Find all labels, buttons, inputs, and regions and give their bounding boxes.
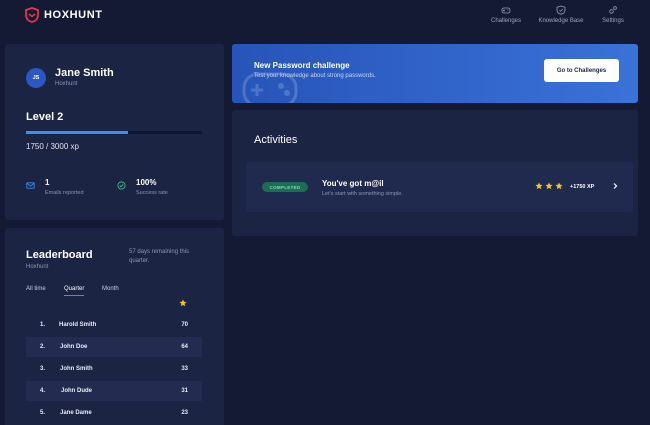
activity-xp: +1750 XP [570, 184, 595, 190]
row-rank: 1. [40, 322, 46, 328]
gamepad-icon [501, 7, 511, 14]
nav-challenges-label: Challenges [490, 18, 522, 24]
activities-card: Activities COMPLETED You've got m@il Let… [232, 110, 638, 236]
activity-item[interactable]: COMPLETED You've got m@il Let's start wi… [246, 162, 633, 212]
row-rank: 5. [40, 410, 46, 416]
activity-stars [535, 182, 563, 190]
xp-progress-bar [26, 131, 202, 134]
row-score: 64 [181, 344, 188, 350]
row-score: 23 [181, 410, 188, 416]
top-bar: HOXHUNT Challenges Knowledge Base Settin… [0, 0, 650, 38]
tab-quarter[interactable]: Quarter [64, 286, 85, 296]
leaderboard-row: 3. John Smith 33 [26, 359, 202, 379]
activity-name: You've got m@il [322, 179, 384, 188]
user-organization: Hoxhunt [55, 81, 78, 87]
check-circle-icon [117, 181, 126, 190]
row-name: John Smith [60, 366, 93, 372]
xp-progress-fill [26, 131, 129, 134]
nav-knowledge-base[interactable]: Knowledge Base [533, 5, 589, 24]
star-icon [179, 299, 187, 307]
row-score: 33 [181, 366, 188, 372]
activity-description: Let's start with something simple. [322, 191, 403, 197]
banner-title: New Password challenge [254, 61, 350, 70]
leaderboard-row: 1. Harold Smith 70 [26, 315, 202, 335]
shield-icon [556, 5, 566, 15]
leaderboard-row: 2. John Doe 64 [26, 337, 202, 357]
leaderboard-row: 4. John Dude 31 [26, 381, 202, 401]
success-rate-label: Success rate [136, 190, 168, 196]
xp-text: 1750 / 3000 xp [26, 142, 79, 151]
tab-all-time[interactable]: All time [26, 286, 46, 295]
user-level: Level 2 [26, 111, 64, 123]
row-rank: 2. [40, 344, 46, 350]
row-score: 31 [181, 388, 188, 394]
nav-settings-label: Settings [602, 18, 624, 24]
emails-reported-label: Emails reported [45, 190, 84, 196]
row-rank: 3. [40, 366, 46, 372]
row-score: 70 [181, 322, 188, 328]
tab-month[interactable]: Month [102, 286, 119, 295]
star-icon [555, 182, 563, 190]
row-name: Jane Dame [60, 410, 92, 416]
chevron-right-icon[interactable] [611, 182, 619, 190]
success-rate-value: 100% [136, 178, 157, 187]
row-name: Harold Smith [59, 322, 97, 328]
banner-subtitle: Test your knowledge about strong passwor… [254, 73, 376, 79]
nav-settings[interactable]: Settings [597, 5, 629, 24]
row-rank: 4. [40, 388, 46, 394]
profile-card: JS Jane Smith Hoxhunt Level 2 1750 / 300… [5, 44, 224, 220]
shield-logo-icon [25, 7, 39, 23]
leaderboard-card: Leaderboard Hoxhunt 57 days remaining th… [5, 228, 224, 425]
nav-challenges[interactable]: Challenges [484, 5, 528, 24]
leaderboard-row: 5. Jane Dame 23 [26, 403, 202, 423]
challenge-banner: New Password challenge Test your knowled… [232, 44, 638, 103]
nav-knowledge-base-label: Knowledge Base [538, 18, 584, 24]
activities-title: Activities [254, 134, 298, 146]
avatar[interactable]: JS [26, 68, 46, 88]
status-badge: COMPLETED [262, 182, 308, 192]
leaderboard-organization: Hoxhunt [26, 264, 49, 270]
row-name: John Doe [60, 344, 88, 350]
user-name: Jane Smith [55, 67, 114, 79]
star-icon [535, 182, 543, 190]
leaderboard-title: Leaderboard [26, 249, 93, 261]
leaderboard-remaining: 57 days remaining this quarter. [129, 249, 190, 264]
mail-icon [26, 182, 35, 189]
row-name: John Dude [61, 388, 92, 394]
emails-reported-value: 1 [45, 178, 50, 187]
star-icon [545, 182, 553, 190]
app-name: HOXHUNT [44, 9, 103, 21]
gears-icon [609, 6, 617, 14]
app-logo[interactable]: HOXHUNT [25, 7, 103, 23]
go-to-challenges-button[interactable]: Go to Challenges [544, 59, 619, 82]
